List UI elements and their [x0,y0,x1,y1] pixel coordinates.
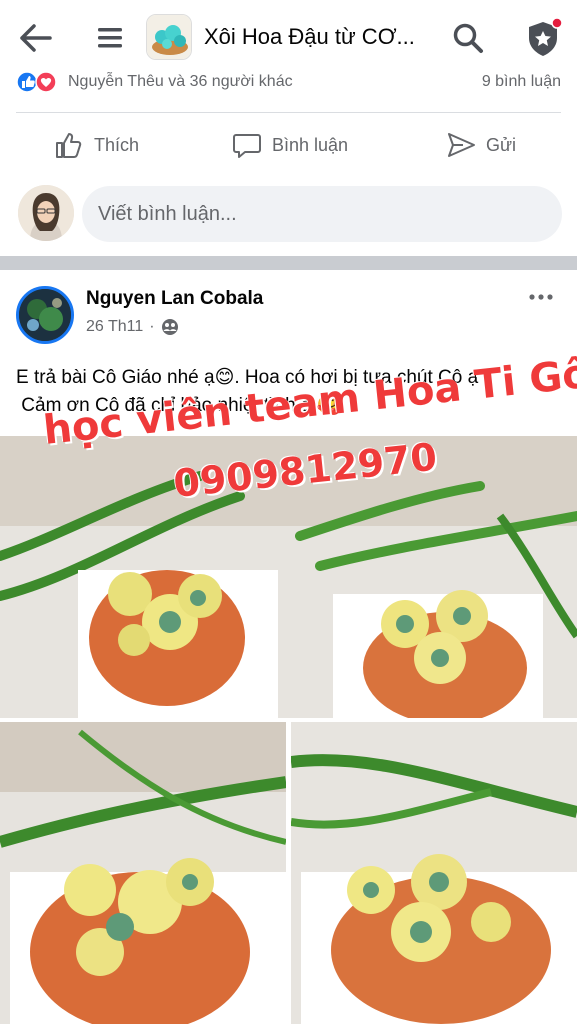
send-label: Gửi [486,134,517,155]
top-bar: Xôi Hoa Đậu từ CƠ... [0,0,577,74]
back-arrow-icon[interactable] [18,22,54,54]
comment-label: Bình luận [272,134,349,155]
group-thumbnail[interactable] [146,14,192,60]
like-button[interactable]: Thích [54,126,139,164]
reactions-summary[interactable]: Nguyễn Thêu và 36 người khác 9 bình luận [0,68,577,98]
post-meta: 26 Th11 · [86,318,179,336]
author-avatar[interactable] [16,286,74,344]
more-options-icon[interactable] [528,290,554,304]
feed-separator [0,256,577,270]
divider [16,112,561,113]
menu-icon[interactable] [96,24,124,52]
reactions-text[interactable]: Nguyễn Thêu và 36 người khác [68,73,293,91]
search-icon[interactable] [452,22,484,54]
shield-star-icon[interactable] [524,17,563,58]
like-label: Thích [94,134,140,155]
reaction-icons [16,71,64,93]
comment-icon [233,134,261,158]
like-icon [56,133,82,158]
current-user-avatar[interactable] [18,185,74,241]
post-photo-2[interactable] [0,722,286,1024]
group-audience-icon [161,319,178,335]
send-icon [448,133,475,157]
separator-dot: · [149,318,155,335]
group-title[interactable]: Xôi Hoa Đậu từ CƠ... [204,24,434,50]
comment-count[interactable]: 9 bình luận [482,73,561,91]
post-date[interactable]: 26 Th11 [86,318,143,336]
send-button[interactable]: Gửi [446,126,516,164]
post-author[interactable]: Nguyen Lan Cobala [86,288,263,310]
comment-input[interactable]: Viết bình luận... [82,186,562,242]
post-photo-3[interactable] [291,722,577,1024]
comment-button[interactable]: Bình luận [232,126,348,164]
